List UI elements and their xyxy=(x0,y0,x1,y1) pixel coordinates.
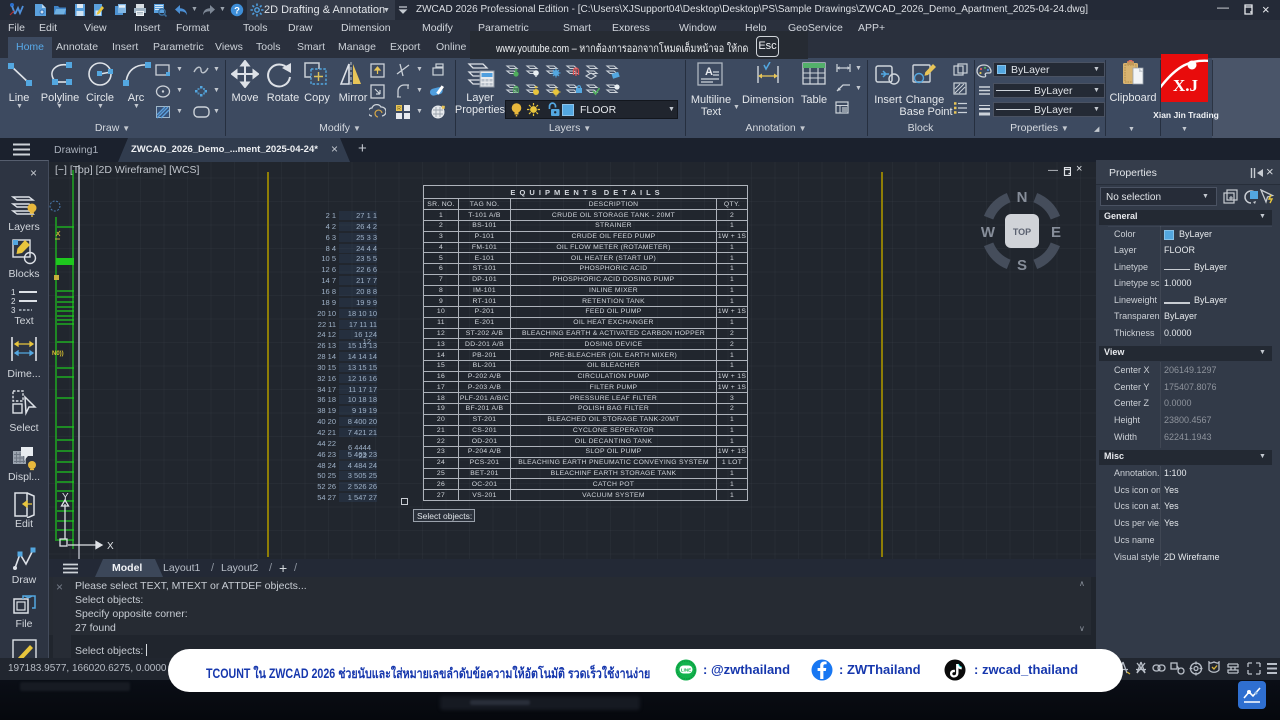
svg-text:LINE: LINE xyxy=(681,668,691,673)
svg-text:W: W xyxy=(981,224,996,241)
svg-text:3: 3 xyxy=(11,306,16,313)
svg-text:R: R xyxy=(397,106,401,112)
svg-text:E: E xyxy=(1051,224,1061,241)
svg-text:N: N xyxy=(1017,190,1028,206)
svg-text:Y: Y xyxy=(62,492,69,503)
svg-text:TOP: TOP xyxy=(1013,227,1031,237)
svg-text:N0)): N0)) xyxy=(52,351,64,357)
svg-text:X: X xyxy=(107,541,114,552)
svg-text:X.J: X.J xyxy=(1173,76,1199,95)
svg-text:S: S xyxy=(1017,257,1027,272)
svg-text:?: ? xyxy=(234,5,240,16)
svg-text:2: 2 xyxy=(11,297,16,306)
svg-text:1: 1 xyxy=(11,288,16,297)
svg-text:A: A xyxy=(705,66,713,78)
